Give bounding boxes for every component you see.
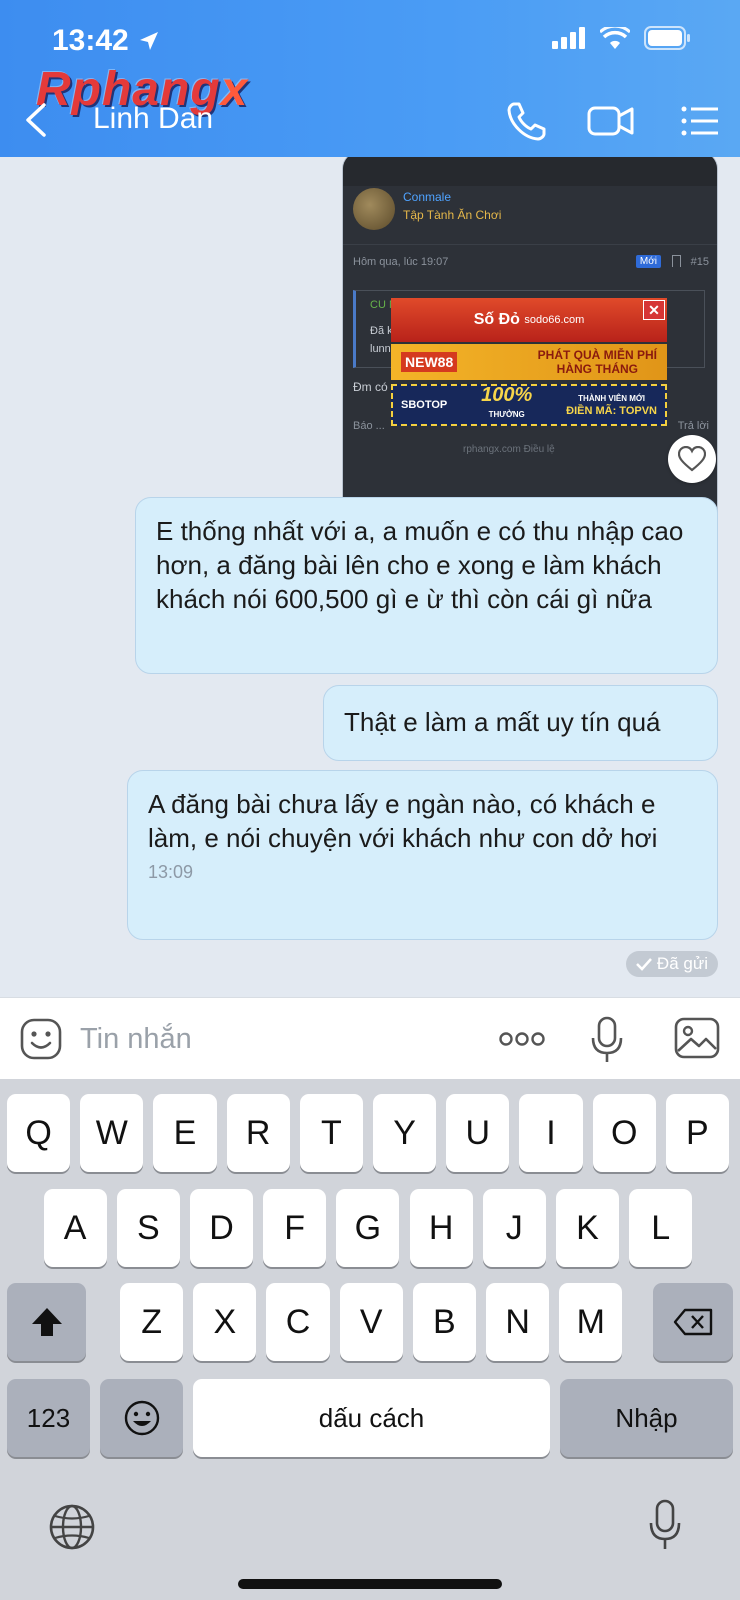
ad-line: PHÁT QUÀ MIỄN PHÍ [537,348,657,362]
key-r[interactable]: R [226,1094,290,1172]
ad-code: ĐIỀN MÃ: TOPVN [566,405,657,417]
status-bar-indicators [552,26,692,50]
heart-icon [678,446,706,472]
key-i[interactable]: I [519,1094,583,1172]
forum-post-date: Hôm qua, lúc 19:07 [353,256,449,268]
backspace-icon [673,1308,713,1336]
chat-messages-area[interactable]: Conmale Tập Tành Ăn Chơi Hôm qua, lúc 19… [0,157,740,997]
key-h[interactable]: H [409,1189,473,1267]
image-icon[interactable] [674,1017,720,1059]
ad-line: THÀNH VIÊN MỚI [578,394,645,403]
wifi-icon [600,27,630,49]
ad-sub: sodo66.com [524,314,585,326]
key-l[interactable]: L [629,1189,693,1267]
ad-banner-sodo: Số Đỏ sodo66.com ✕ [391,298,667,342]
ad-brand: NEW88 [401,352,458,372]
globe-icon[interactable] [48,1503,96,1551]
key-y[interactable]: Y [373,1094,437,1172]
emoji-face-icon [124,1400,159,1436]
status-time-text: 13:42 [52,24,129,57]
chat-header: 13:42 Rphangx Linh Dan [0,0,740,157]
divider [343,244,717,245]
return-key[interactable]: Nhập [560,1379,733,1457]
key-q[interactable]: Q [7,1094,71,1172]
ad-big-text: 100% [481,384,533,406]
key-g[interactable]: G [336,1189,400,1267]
forum-username: Conmale [403,190,452,204]
forum-user-title: Tập Tành Ăn Chơi [403,208,502,222]
more-dots-icon[interactable] [498,1024,546,1054]
status-bar-time: 13:42 [52,24,161,58]
message-text: A đăng bài chưa lấy e ngàn nào, có khách… [148,789,658,853]
key-j[interactable]: J [482,1189,546,1267]
key-x[interactable]: X [193,1283,257,1361]
back-chevron-icon[interactable] [22,102,52,138]
message-input[interactable] [80,1014,460,1064]
backspace-key[interactable] [653,1283,733,1361]
message-bubble[interactable]: Thật e làm a mất uy tín quá [323,685,718,761]
checkmark-icon [636,958,652,971]
message-bubble[interactable]: E thống nhất với a, a muốn e có thu nhập… [135,497,718,674]
key-c[interactable]: C [266,1283,330,1361]
sent-status-text: Đã gửi [656,954,708,973]
key-n[interactable]: N [486,1283,550,1361]
key-e[interactable]: E [153,1094,217,1172]
numbers-key[interactable]: 123 [7,1379,90,1457]
key-t[interactable]: T [299,1094,363,1172]
ad-banner-new88: NEW88 PHÁT QUÀ MIỄN PHÍ HÀNG THÁNG [391,344,667,380]
shift-icon [31,1308,62,1336]
react-heart-button[interactable] [668,435,716,483]
message-time: 13:09 [148,862,194,882]
key-z[interactable]: Z [120,1283,184,1361]
ad-line: HÀNG THÁNG [556,362,638,376]
key-p[interactable]: P [665,1094,729,1172]
microphone-icon[interactable] [590,1016,624,1064]
location-arrow-icon [139,32,158,50]
message-bubble[interactable]: A đăng bài chưa lấy e ngàn nào, có khách… [127,770,718,940]
key-o[interactable]: O [592,1094,656,1172]
message-text: E thống nhất với a, a muốn e có thu nhập… [156,516,684,614]
forum-user-avatar [353,188,395,230]
home-indicator[interactable] [238,1579,502,1589]
key-v[interactable]: V [339,1283,403,1361]
bookmark-icon [672,255,681,267]
forum-report-label: Báo ... [353,420,385,432]
forum-new-badge: Mới [635,255,661,268]
battery-icon [644,26,690,50]
emoji-icon[interactable] [20,1018,62,1060]
ad-close-icon: ✕ [643,300,665,320]
key-b[interactable]: B [412,1283,476,1361]
shift-key[interactable] [7,1283,86,1361]
key-m[interactable]: M [559,1283,623,1361]
forum-post-number: #15 [690,256,709,268]
key-d[interactable]: D [189,1189,254,1267]
key-s[interactable]: S [116,1189,180,1267]
list-menu-icon[interactable] [680,98,720,144]
key-k[interactable]: K [555,1189,620,1267]
sent-status-badge: Đã gửi [625,951,718,977]
watermark-accent: x [220,63,249,116]
key-u[interactable]: U [446,1094,510,1172]
message-input-bar [0,997,740,1079]
ad-brand: SBOTOP [401,399,448,411]
space-key[interactable]: dấu cách [193,1379,550,1457]
phone-icon[interactable] [504,98,550,144]
on-screen-keyboard: QWERTYUIOP ASDFGHJKL ZXCVBNM 123 dấu các… [0,1079,740,1600]
forum-footer: rphangx.com Điều lệ [463,444,555,455]
ad-small-text: THƯỞNG [488,410,525,419]
key-f[interactable]: F [263,1189,327,1267]
message-text: Thật e làm a mất uy tín quá [344,707,661,737]
forum-reply-label: Trả lời [677,420,709,432]
key-w[interactable]: W [80,1094,144,1172]
emoji-keyboard-key[interactable] [100,1379,183,1457]
cellular-signal-icon [552,27,585,49]
ad-brand: Số Đỏ [473,311,520,328]
screenshot-topbar [343,157,717,186]
ad-banner-sbotop: SBOTOP 100% THƯỞNG THÀNH VIÊN MỚI ĐIỀN M… [391,384,667,426]
key-a[interactable]: A [43,1189,107,1267]
contact-name[interactable]: Linh Dan [93,102,213,136]
dictation-microphone-icon[interactable] [648,1499,682,1551]
video-camera-icon[interactable] [586,98,636,144]
